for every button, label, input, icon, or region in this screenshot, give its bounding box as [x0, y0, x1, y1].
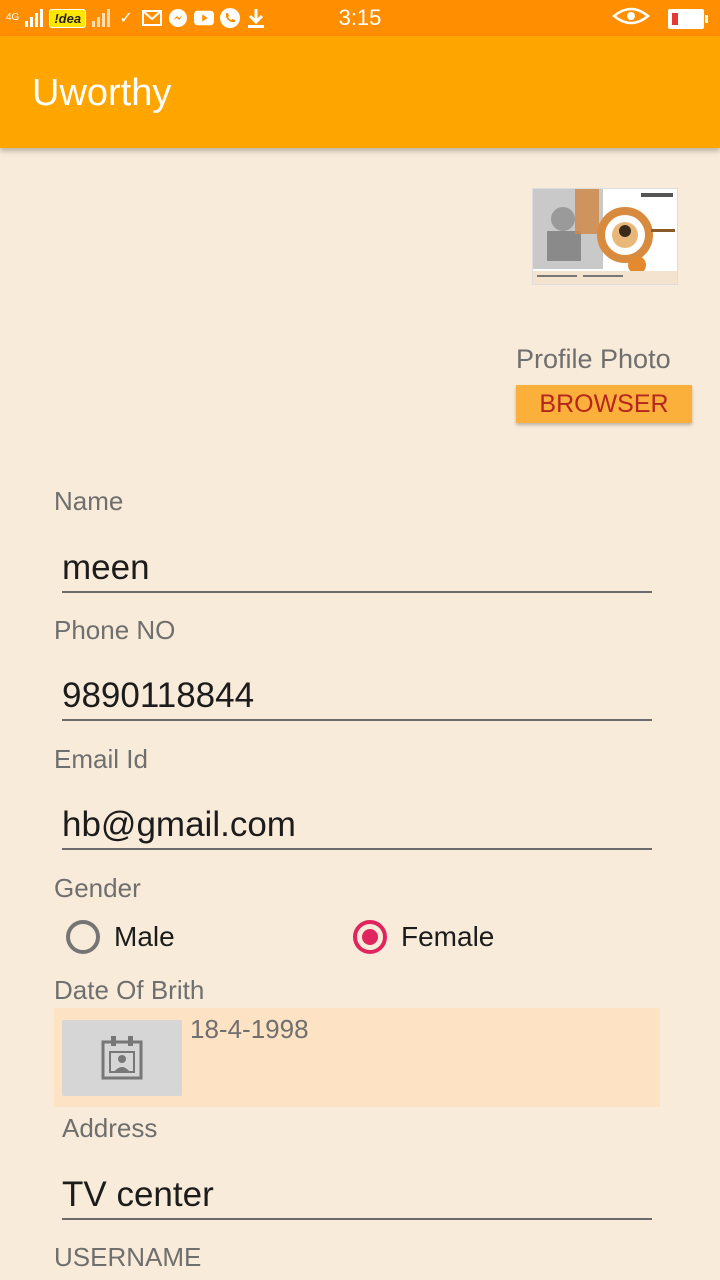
status-right-icons — [612, 6, 708, 31]
browse-button[interactable]: BROWSER — [516, 385, 692, 423]
address-input[interactable]: TV center — [62, 1170, 652, 1220]
gender-female-label: Female — [401, 921, 495, 952]
calendar-icon — [101, 1036, 143, 1080]
battery-low-icon — [668, 8, 708, 29]
name-input[interactable]: meen — [62, 543, 652, 593]
name-label: Name — [54, 486, 124, 516]
profile-photo-label: Profile Photo — [516, 344, 671, 374]
profile-photo-image — [533, 189, 677, 284]
phone-label: Phone NO — [54, 615, 176, 645]
address-label: Address — [62, 1113, 158, 1143]
app-toolbar: Uworthy — [0, 36, 720, 148]
gender-male-label: Male — [114, 921, 175, 952]
dob-picker: 18-4-1998 — [54, 1008, 660, 1107]
app-title: Uworthy — [32, 72, 172, 114]
radio-unchecked-icon[interactable] — [66, 920, 100, 954]
dob-value: 18-4-1998 — [190, 1014, 309, 1044]
gender-female-radio[interactable]: Female — [353, 920, 494, 954]
profile-photo-thumbnail[interactable] — [532, 188, 678, 285]
email-input[interactable]: hb@gmail.com — [62, 800, 652, 850]
dob-label: Date Of Brith — [54, 975, 205, 1005]
username-label: USERNAME — [54, 1242, 202, 1272]
gender-male-radio[interactable]: Male — [66, 920, 175, 954]
calendar-button[interactable] — [62, 1020, 182, 1096]
radio-checked-icon[interactable] — [353, 920, 387, 954]
phone-input[interactable]: 9890118844 — [62, 671, 652, 721]
gender-label: Gender — [54, 873, 141, 903]
status-bar: 4G !dea ✓ 3:15 — [0, 0, 720, 36]
email-label: Email Id — [54, 744, 148, 774]
eye-icon — [612, 6, 650, 31]
